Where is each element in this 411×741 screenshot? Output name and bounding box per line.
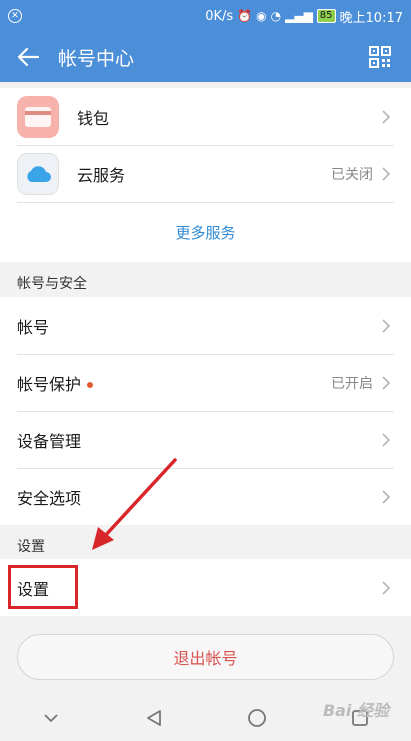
wallet-label: 钱包 bbox=[77, 108, 110, 128]
account-protection-row[interactable]: 帐号保护 已开启 bbox=[0, 354, 411, 411]
eye-icon: ◉ bbox=[256, 9, 267, 23]
chevron-right-icon bbox=[382, 489, 391, 504]
page-title: 帐号中心 bbox=[58, 47, 135, 70]
back-arrow-icon[interactable] bbox=[0, 32, 56, 82]
account-protection-label: 帐号保护 bbox=[17, 371, 331, 395]
security-options-row[interactable]: 安全选项 bbox=[0, 468, 411, 525]
account-security-list: 帐号 帐号保护 已开启 设备管理 安全选项 bbox=[0, 297, 411, 525]
battery-indicator: 85 bbox=[316, 9, 336, 23]
wallet-icon bbox=[17, 95, 59, 138]
chevron-right-icon bbox=[382, 166, 391, 181]
nav-home-icon[interactable] bbox=[237, 698, 277, 738]
watermark: Bai 经验 bbox=[322, 701, 389, 720]
qr-code-icon[interactable] bbox=[369, 46, 391, 68]
device-management-label: 设备管理 bbox=[17, 431, 82, 451]
logout-button[interactable]: 退出帐号 bbox=[17, 634, 394, 680]
wallet-row[interactable]: 钱包 bbox=[0, 88, 411, 145]
more-services-link[interactable]: 更多服务 bbox=[0, 202, 411, 262]
app-header: 帐号中心 bbox=[0, 32, 411, 82]
device-management-row[interactable]: 设备管理 bbox=[0, 411, 411, 468]
chevron-down-icon[interactable] bbox=[31, 698, 71, 738]
cloud-service-status: 已关闭 bbox=[331, 166, 373, 183]
wifi-icon: ◔ bbox=[270, 9, 282, 23]
notification-dot bbox=[87, 382, 94, 388]
chevron-right-icon bbox=[382, 375, 391, 390]
section-title-account-security: 帐号与安全 bbox=[17, 276, 87, 292]
clock: 晚上10:17 bbox=[339, 10, 403, 26]
services-list: 钱包 云服务 已关闭 更多服务 bbox=[0, 88, 411, 262]
account-protection-status: 已开启 bbox=[331, 375, 373, 392]
alarm-icon: ⏰ bbox=[237, 9, 253, 23]
logout-label: 退出帐号 bbox=[173, 649, 238, 668]
chevron-right-icon bbox=[382, 580, 391, 595]
chevron-right-icon bbox=[382, 432, 391, 447]
network-speed: 0K/s bbox=[205, 8, 234, 24]
cloud-icon bbox=[17, 152, 59, 195]
more-services-label: 更多服务 bbox=[175, 223, 236, 242]
security-options-label: 安全选项 bbox=[17, 488, 82, 508]
chevron-right-icon bbox=[382, 109, 391, 124]
nav-back-icon[interactable] bbox=[134, 698, 174, 738]
chevron-right-icon bbox=[382, 318, 391, 333]
cloud-service-row[interactable]: 云服务 已关闭 bbox=[0, 145, 411, 202]
account-row[interactable]: 帐号 bbox=[0, 297, 411, 354]
account-label: 帐号 bbox=[17, 317, 50, 337]
section-title-settings: 设置 bbox=[17, 539, 45, 555]
signal-icon: ▂▄▆ bbox=[285, 9, 313, 23]
status-bar: ✕ 0K/s ⏰ ◉ ◔ ▂▄▆ 85 晚上10:17 bbox=[0, 0, 411, 32]
close-notification-icon: ✕ bbox=[8, 9, 22, 23]
cloud-service-label: 云服务 bbox=[77, 165, 126, 185]
annotation-highlight-box bbox=[8, 565, 78, 609]
